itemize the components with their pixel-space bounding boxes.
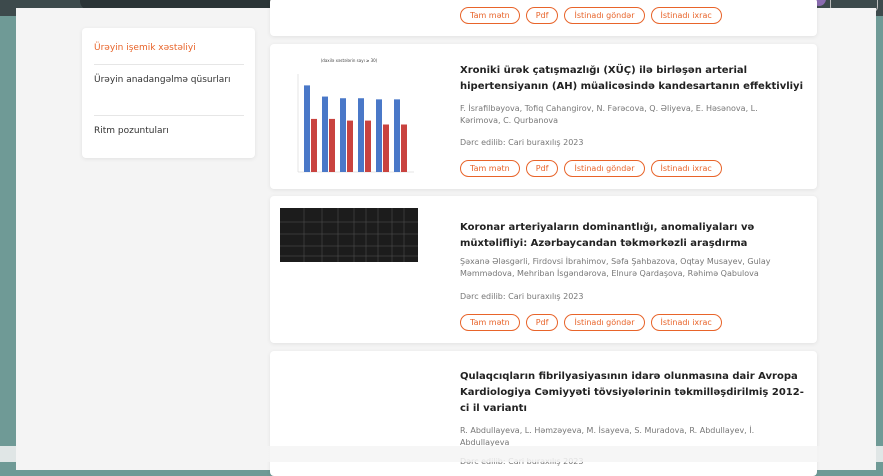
article-thumbnail-chart[interactable]: (daxilə xəstələrin sayı ≥ 30) bbox=[280, 54, 418, 179]
article-title[interactable]: Xroniki ürək çatışmazlığı (XÜÇ) ilə birl… bbox=[460, 63, 805, 95]
article-authors: F. İsrafilbəyova, Tofiq Cahangirov, N. F… bbox=[460, 104, 758, 125]
article-authors: Şəxanə Ələsgərli, Firdovsi İbrahimov, Sə… bbox=[460, 257, 771, 278]
pdf-button[interactable]: Pdf bbox=[525, 7, 559, 24]
thumb-bar-red bbox=[311, 118, 317, 172]
article-card: Koronar arteriyaların dominantlığı, anom… bbox=[270, 196, 817, 343]
sidebar-item-rhythm[interactable]: Ritm pozuntuları bbox=[94, 123, 169, 139]
article-thumbnail-table[interactable] bbox=[280, 208, 418, 262]
export-citation-button[interactable]: İstinadı ixrac bbox=[650, 314, 722, 331]
article-date: Dərc edilib: Cari buraxılış 2023 bbox=[460, 292, 584, 301]
thumb-bar-blue bbox=[340, 98, 346, 172]
action-buttons: Tam mətn Pdf İstinadı göndər İstinadı ix… bbox=[460, 314, 722, 331]
page: Tam mətn Pdf İstinadı göndər İstinadı ix… bbox=[16, 0, 876, 476]
thumbnail-table-graphic bbox=[280, 208, 418, 262]
bottom-overlay bbox=[0, 446, 883, 462]
action-buttons: Tam mətn Pdf İstinadı göndər İstinadı ix… bbox=[460, 7, 722, 24]
thumb-bar-red bbox=[347, 120, 353, 172]
full-text-button[interactable]: Tam mətn bbox=[460, 160, 520, 177]
export-citation-button[interactable]: İstinadı ixrac bbox=[650, 7, 722, 24]
thumb-bar-red bbox=[401, 124, 407, 172]
article-card-cropped: Tam mətn Pdf İstinadı göndər İstinadı ix… bbox=[270, 0, 817, 36]
category-sidebar: Ürəyin işemik xəstəliyi Ürəyin anadangəl… bbox=[82, 28, 255, 158]
article-card: (daxilə xəstələrin sayı ≥ 30) Xroniki ür… bbox=[270, 44, 817, 189]
pdf-button[interactable]: Pdf bbox=[525, 160, 559, 177]
sidebar-item-ischemic[interactable]: Ürəyin işemik xəstəliyi bbox=[94, 40, 196, 56]
send-citation-button[interactable]: İstinadı göndər bbox=[564, 160, 645, 177]
send-citation-button[interactable]: İstinadı göndər bbox=[564, 314, 645, 331]
thumb-bar-red bbox=[365, 120, 371, 172]
thumb-bar-blue bbox=[304, 85, 310, 172]
article-title[interactable]: Qulaqcıqların fibrilyasiyasının idarə ol… bbox=[460, 369, 805, 417]
action-buttons: Tam mətn Pdf İstinadı göndər İstinadı ix… bbox=[460, 160, 722, 177]
export-citation-button[interactable]: İstinadı ixrac bbox=[650, 160, 722, 177]
thumb-bar-red bbox=[329, 118, 335, 172]
full-text-button[interactable]: Tam mətn bbox=[460, 314, 520, 331]
thumbnail-bar-chart: (daxilə xəstələrin sayı ≥ 30) bbox=[297, 58, 414, 173]
full-text-button[interactable]: Tam mətn bbox=[460, 7, 520, 24]
sidebar-item-congenital[interactable]: Ürəyin anadangəlmə qüsurları bbox=[94, 72, 234, 88]
article-title[interactable]: Koronar arteriyaların dominantlığı, anom… bbox=[460, 220, 805, 252]
divider bbox=[94, 64, 244, 65]
thumb-bar-blue bbox=[376, 99, 382, 172]
divider bbox=[94, 115, 244, 116]
thumb-bar-red bbox=[383, 124, 389, 172]
thumb-bar-blue bbox=[394, 99, 400, 172]
thumbnail-chart-title: (daxilə xəstələrin sayı ≥ 30) bbox=[321, 58, 378, 63]
pdf-button[interactable]: Pdf bbox=[525, 314, 559, 331]
send-citation-button[interactable]: İstinadı göndər bbox=[564, 7, 645, 24]
thumb-bar-blue bbox=[358, 98, 364, 172]
thumb-bar-blue bbox=[322, 96, 328, 172]
article-date: Dərc edilib: Cari buraxılış 2023 bbox=[460, 138, 584, 147]
